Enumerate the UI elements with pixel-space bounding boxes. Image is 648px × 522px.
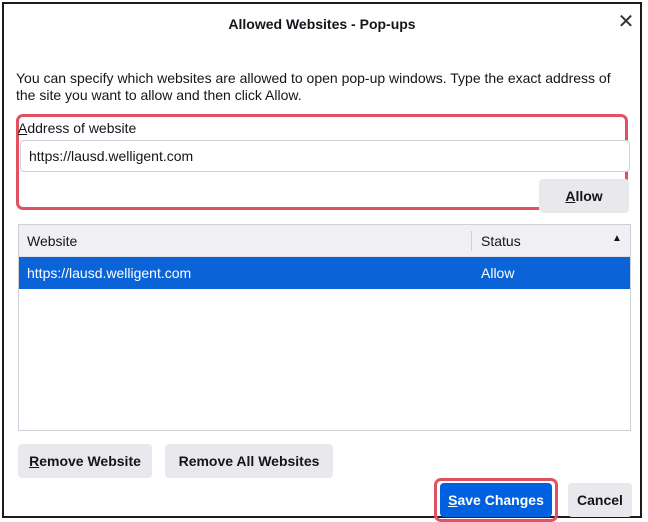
table-row[interactable]: https://lausd.welligent.com Allow bbox=[19, 257, 630, 289]
column-header-status[interactable]: Status bbox=[481, 233, 521, 249]
address-label: Address of website bbox=[18, 120, 137, 136]
remove-all-websites-button[interactable]: Remove All Websites bbox=[165, 444, 333, 478]
remove-website-button[interactable]: Remove Website bbox=[18, 444, 152, 478]
cancel-button[interactable]: Cancel bbox=[568, 483, 632, 517]
title-bar: Allowed Websites - Pop-ups ✕ bbox=[4, 4, 640, 44]
row-website: https://lausd.welligent.com bbox=[27, 265, 192, 281]
save-changes-label: Save Changes bbox=[448, 492, 544, 508]
allow-button-label: Allow bbox=[565, 188, 603, 204]
close-icon[interactable]: ✕ bbox=[614, 10, 638, 34]
column-header-website[interactable]: Website bbox=[27, 233, 77, 249]
websites-table: Website Status ▲ https://lausd.welligent… bbox=[18, 224, 631, 431]
row-status: Allow bbox=[481, 265, 515, 281]
column-separator bbox=[471, 231, 472, 251]
remove-website-label: Remove Website bbox=[29, 453, 141, 469]
save-changes-button[interactable]: Save Changes bbox=[440, 483, 552, 517]
allow-button[interactable]: Allow bbox=[539, 179, 629, 213]
remove-all-websites-label: Remove All Websites bbox=[178, 453, 320, 469]
table-header: Website Status ▲ bbox=[19, 225, 630, 257]
address-input[interactable] bbox=[20, 140, 630, 172]
allowed-websites-dialog: Allowed Websites - Pop-ups ✕ You can spe… bbox=[2, 2, 642, 522]
description-text: You can specify which websites are allow… bbox=[16, 70, 611, 103]
sort-ascending-icon[interactable]: ▲ bbox=[612, 233, 622, 244]
cancel-label: Cancel bbox=[577, 492, 623, 508]
dialog-title: Allowed Websites - Pop-ups bbox=[228, 16, 416, 32]
